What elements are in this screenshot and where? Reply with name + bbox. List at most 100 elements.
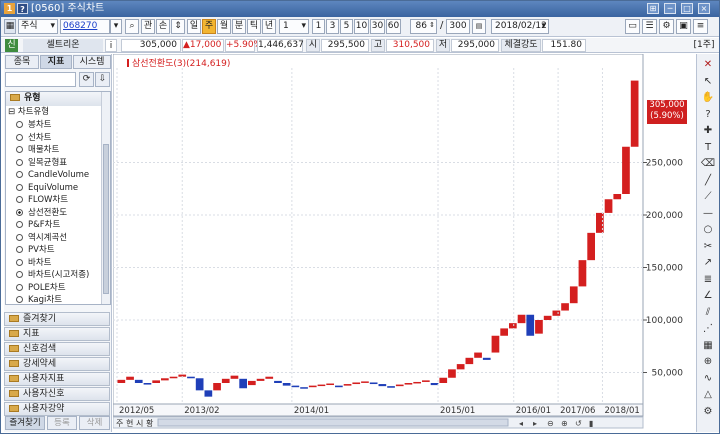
gann-icon[interactable]: ⋰	[700, 321, 716, 336]
interval-5[interactable]: 5	[340, 19, 353, 34]
chart-type-item-selected[interactable]: 삼선전환도	[16, 207, 67, 220]
refresh-icon[interactable]: ⟳	[79, 72, 94, 87]
chart-type-item[interactable]: Kagi차트	[16, 294, 62, 304]
tab-indicators[interactable]: 지표	[40, 55, 72, 69]
horizontal-line-icon[interactable]: —	[700, 206, 716, 221]
chart-type-item[interactable]: 바차트	[16, 257, 51, 270]
folder-icon[interactable]: ▭	[625, 19, 640, 34]
three-line-break-chart[interactable]: 50,000 100,000 150,000 200,000 250,000 2012/0…	[113, 54, 695, 429]
menu-icon[interactable]: ≡	[693, 19, 708, 34]
channel-icon[interactable]: ⫽	[700, 305, 716, 320]
chart-type-item[interactable]: EquiVolume	[16, 182, 78, 195]
chart-area[interactable]: 50,000 100,000 150,000 200,000 250,000 2012/0…	[113, 54, 695, 429]
angle-icon[interactable]: ∠	[700, 288, 716, 303]
cursor-icon[interactable]: ↖	[700, 74, 716, 89]
delete-button[interactable]: 삭제	[79, 416, 110, 430]
wave-icon[interactable]: ∿	[700, 371, 716, 386]
sort-icon[interactable]: ⇩	[95, 72, 110, 87]
total-count-input[interactable]: 300	[446, 19, 470, 34]
list-icon[interactable]: ☰	[642, 19, 657, 34]
grid-icon[interactable]: ▦	[700, 338, 716, 353]
gear-icon[interactable]: ⚙	[700, 404, 716, 419]
son-button[interactable]: 손	[156, 19, 170, 34]
cross-icon[interactable]: ✚	[700, 123, 716, 138]
chart-type-item[interactable]: CandleVolume	[16, 169, 89, 182]
radio-icon	[16, 258, 23, 266]
category-signal-search[interactable]: 신호검색	[4, 342, 110, 356]
tree-header-type[interactable]: 유형	[6, 92, 110, 106]
tree-group-chart-type[interactable]: ⊟ 차트유형	[8, 106, 49, 119]
period-year[interactable]: 년	[262, 19, 276, 34]
indicator-search-input[interactable]	[5, 72, 76, 87]
radio-icon	[16, 196, 23, 203]
pin-button[interactable]: ⊞	[647, 3, 659, 14]
interval-1[interactable]: 1	[312, 19, 325, 34]
tab-systems[interactable]: 시스템	[73, 55, 111, 69]
chart-type-item[interactable]: 봉차트	[16, 119, 51, 132]
category-user-signals[interactable]: 사용자신호	[4, 387, 110, 401]
period-week[interactable]: 주	[202, 19, 216, 34]
stock-code-input[interactable]: 068270	[60, 19, 110, 34]
cut-icon[interactable]: ✂	[700, 239, 716, 254]
ray-icon[interactable]: ↗	[700, 255, 716, 270]
hand-icon[interactable]: ✋	[700, 90, 716, 105]
visible-count-stepper[interactable]: 86 ⇕	[410, 19, 437, 34]
interval-3[interactable]: 3	[326, 19, 339, 34]
zoom-icon[interactable]: ⊕	[700, 354, 716, 369]
chart-type-item[interactable]: 역시계곡선	[16, 232, 67, 245]
category-user-strength[interactable]: 사용자강약	[4, 402, 110, 416]
category-user-indicators[interactable]: 사용자지표	[4, 372, 110, 386]
line-icon[interactable]: ╱	[700, 173, 716, 188]
interval-30[interactable]: 30	[370, 19, 385, 34]
text-icon[interactable]: T	[700, 140, 716, 155]
help-icon[interactable]: ?	[17, 3, 28, 14]
down-brick	[143, 383, 152, 385]
period-minute[interactable]: 분	[232, 19, 246, 34]
chart-type-item[interactable]: 선차트	[16, 132, 51, 145]
chart-type-item[interactable]: PV차트	[16, 244, 55, 257]
interval-select[interactable]: 1 ▾	[279, 19, 309, 34]
interval-10[interactable]: 10	[354, 19, 369, 34]
favorites-tab[interactable]: 즐겨찾기	[5, 416, 45, 430]
triangle-icon[interactable]: △	[700, 387, 716, 402]
market-select[interactable]: 주식 ▾	[18, 19, 58, 34]
date-picker[interactable]: 2018/02/12 ▾	[491, 19, 549, 34]
maximize-button[interactable]: □	[681, 3, 693, 14]
chart-type-item[interactable]: 일목균형표	[16, 157, 67, 170]
question-icon[interactable]: ?	[700, 107, 716, 122]
eraser-icon[interactable]: ⌫	[700, 156, 716, 171]
close-x-icon[interactable]: ✕	[700, 57, 716, 72]
grid-icon[interactable]: ▦	[4, 19, 16, 34]
code-dropdown-button[interactable]: ▾	[110, 19, 122, 34]
open-price: 295,500	[321, 39, 369, 52]
interval-60[interactable]: 60	[386, 19, 401, 34]
scrollbar-thumb[interactable]	[103, 144, 109, 294]
chart-type-item[interactable]: P&F차트	[16, 219, 60, 232]
print-icon[interactable]: ▣	[676, 19, 691, 34]
register-button[interactable]: 등록	[47, 416, 77, 430]
gear-icon[interactable]: ⚙	[659, 19, 674, 34]
trend-line-icon[interactable]: ⟋	[700, 189, 716, 204]
category-strength[interactable]: 강세약세	[4, 357, 110, 371]
circle-icon[interactable]: ○	[700, 222, 716, 237]
search-icon[interactable]: ⌕	[125, 19, 139, 34]
gwan-button[interactable]: 관	[141, 19, 155, 34]
category-indicators[interactable]: 지표	[4, 327, 110, 341]
chart-type-item[interactable]: 바차트(시고저종)	[16, 269, 89, 282]
close-button[interactable]: ×	[698, 3, 710, 14]
minimize-button[interactable]: ─	[664, 3, 676, 14]
category-favorites[interactable]: 즐겨찾기	[4, 312, 110, 326]
info-button[interactable]: i	[105, 39, 117, 52]
up-brick	[213, 383, 221, 391]
tree-scrollbar[interactable]	[101, 92, 110, 304]
chart-type-item[interactable]: FLOW차트	[16, 194, 68, 207]
fibonacci-icon[interactable]: ≣	[700, 272, 716, 287]
chart-type-item[interactable]: 매물차트	[16, 144, 59, 157]
period-tick[interactable]: 틱	[247, 19, 261, 34]
chart-type-item[interactable]: POLE차트	[16, 282, 66, 295]
period-month[interactable]: 월	[217, 19, 231, 34]
updown-button[interactable]: ⇕	[171, 19, 185, 34]
period-day[interactable]: 일	[187, 19, 201, 34]
tab-stocks[interactable]: 종목	[5, 55, 39, 69]
apply-icon[interactable]: ▤	[472, 19, 486, 34]
